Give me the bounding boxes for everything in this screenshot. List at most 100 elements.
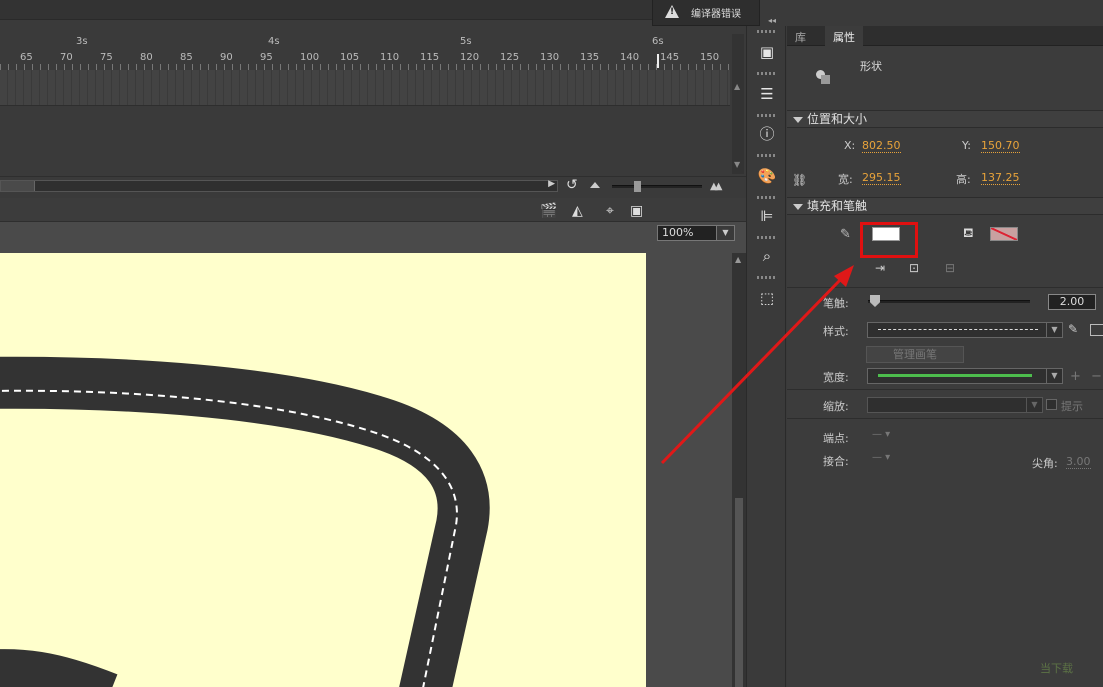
- divider: [787, 287, 1103, 288]
- scroll-right-icon[interactable]: ▶: [548, 179, 555, 189]
- join-select[interactable]: — ▾: [872, 452, 890, 463]
- fill-stroke-section-header[interactable]: 填充和笔触: [787, 197, 1103, 215]
- zoom-in-icon[interactable]: ▲▲: [710, 181, 723, 192]
- timeline-zoom-slider[interactable]: [612, 181, 702, 192]
- chevron-down-icon[interactable]: ▼: [1046, 323, 1062, 337]
- dock-grip[interactable]: [757, 236, 777, 239]
- ruler-frame-number: 145: [660, 52, 680, 63]
- height-value[interactable]: 137.25: [981, 171, 1020, 185]
- scroll-up-icon[interactable]: ▲: [735, 255, 741, 264]
- loop-icon[interactable]: ↺: [566, 177, 578, 193]
- align-icon[interactable]: ⊫: [757, 206, 777, 226]
- scroll-thumb[interactable]: [1, 181, 35, 191]
- stroke-hinting-icon[interactable]: ⇥: [872, 260, 888, 276]
- ruler-second-label: 4s: [268, 36, 280, 47]
- cap-label: 端点:: [823, 432, 849, 445]
- no-color-icon[interactable]: ⊟: [942, 260, 958, 276]
- dock-grip[interactable]: [757, 196, 777, 199]
- fill-color-swatch[interactable]: [990, 227, 1018, 241]
- x-value[interactable]: 802.50: [862, 139, 901, 153]
- center-stage-icon[interactable]: ⌖: [606, 203, 614, 219]
- stroke-style-select[interactable]: ▼: [867, 322, 1063, 338]
- align-stack-icon[interactable]: ☰: [757, 84, 777, 104]
- stroke-width-slider[interactable]: [868, 295, 1030, 307]
- ruler-frame-number: 130: [540, 52, 560, 63]
- chevron-down-icon[interactable]: ▼: [716, 226, 734, 240]
- tab-properties[interactable]: 属性: [825, 26, 863, 46]
- color-palette-icon[interactable]: 🎨: [757, 166, 777, 186]
- dock-grip[interactable]: [757, 30, 777, 33]
- link-icon[interactable]: ⛓: [792, 173, 807, 187]
- ruler-frame-number: 125: [500, 52, 520, 63]
- position-size-section-header[interactable]: 位置和大小: [787, 110, 1103, 128]
- swap-colors-icon[interactable]: ⊡: [906, 260, 922, 276]
- scroll-thumb[interactable]: [735, 498, 743, 687]
- scroll-up-icon[interactable]: ▲: [734, 82, 740, 91]
- compiler-errors-label: 编译器错误: [691, 9, 741, 20]
- dock-grip[interactable]: [757, 276, 777, 279]
- zoom-select[interactable]: 100% ▼: [657, 225, 735, 241]
- divider: [787, 418, 1103, 419]
- remove-icon[interactable]: −: [1091, 369, 1102, 384]
- dock-grip[interactable]: [757, 114, 777, 117]
- stroke-width-input[interactable]: 2.00: [1048, 294, 1096, 310]
- add-icon[interactable]: +: [1070, 369, 1081, 384]
- ruler-frame-number: 105: [340, 52, 360, 63]
- road-shape[interactable]: [0, 253, 646, 687]
- edit-symbols-icon[interactable]: ◭: [572, 203, 583, 219]
- miter-value[interactable]: 3.00: [1066, 455, 1091, 469]
- width-profile-select[interactable]: ▼: [867, 368, 1063, 384]
- playhead[interactable]: [657, 54, 659, 68]
- clip-content-icon[interactable]: ▣: [630, 203, 643, 219]
- timeline-footer: ▶ ↺ ▲▲: [0, 176, 746, 196]
- ruler-frame-number: 120: [460, 52, 480, 63]
- cap-select[interactable]: — ▾: [872, 429, 890, 440]
- scale-select[interactable]: ▼: [867, 397, 1043, 413]
- style-label: 样式:: [823, 325, 849, 338]
- ruler-frame-number: 140: [620, 52, 640, 63]
- x-label: X:: [844, 139, 856, 152]
- slider-knob[interactable]: [634, 181, 641, 192]
- library-panel-icon[interactable]: ▣: [757, 42, 777, 62]
- chevron-down-icon[interactable]: ▼: [1026, 398, 1042, 412]
- collapse-panel-icon[interactable]: ◂◂: [768, 16, 776, 25]
- zoom-out-icon[interactable]: [590, 182, 600, 188]
- ruler-frame-number: 135: [580, 52, 600, 63]
- ruler-frame-number: 100: [300, 52, 320, 63]
- chevron-down-icon[interactable]: ▼: [1046, 369, 1062, 383]
- dashed-line-preview: [878, 329, 1038, 330]
- annotation-highlight-box: [860, 222, 918, 258]
- dock-grip[interactable]: [757, 154, 777, 157]
- pencil-icon: ✎: [840, 227, 851, 242]
- width-profile-label: 宽度:: [823, 371, 849, 384]
- edit-style-pencil-icon[interactable]: ✎: [1068, 322, 1078, 336]
- stage-vertical-scrollbar[interactable]: ▲: [732, 253, 746, 687]
- stage-canvas[interactable]: [0, 253, 646, 687]
- edit-scene-icon[interactable]: 🎬: [540, 203, 557, 219]
- y-value[interactable]: 150.70: [981, 139, 1020, 153]
- panel-dock-icons: ▣ ☰ ⓘ 🎨 ⊫ ⌕ ⬚: [746, 26, 786, 687]
- dock-grip[interactable]: [757, 72, 777, 75]
- width-label: 宽:: [838, 173, 853, 186]
- width-value[interactable]: 295.15: [862, 171, 901, 185]
- hint-checkbox[interactable]: [1046, 399, 1057, 410]
- timeline-frame-row[interactable]: [0, 70, 730, 106]
- transform-icon[interactable]: ⬚: [757, 288, 777, 308]
- join-label: 接合:: [823, 455, 849, 468]
- divider: [787, 389, 1103, 390]
- compiler-errors-tab[interactable]: 编译器错误: [652, 0, 760, 26]
- ruler-frame-number: 65: [20, 52, 33, 63]
- stage-toolbar: 🎬 ◭ ⌖ ▣: [0, 198, 746, 222]
- ruler-second-label: 5s: [460, 36, 472, 47]
- timeline-horizontal-scrollbar[interactable]: ▶: [0, 179, 558, 192]
- shape-icon: [816, 70, 830, 84]
- scroll-down-icon[interactable]: ▼: [734, 160, 740, 169]
- motion-presets-icon[interactable]: ⌕: [757, 246, 777, 266]
- manage-brushes-button[interactable]: 管理画笔: [866, 346, 964, 363]
- timeline-vertical-scrollbar[interactable]: ▲ ▼: [732, 34, 744, 174]
- watermark: 当下载: [1040, 662, 1073, 675]
- info-icon[interactable]: ⓘ: [757, 124, 777, 144]
- hint-label: 提示: [1061, 400, 1083, 413]
- stroke-label: 笔触:: [823, 297, 849, 310]
- tab-library[interactable]: 库: [795, 29, 806, 45]
